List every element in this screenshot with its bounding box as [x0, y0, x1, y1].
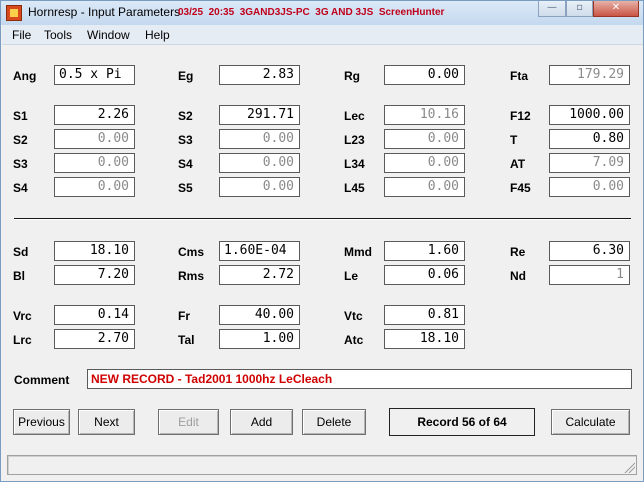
- label-atc: Atc: [344, 333, 364, 347]
- label-s2: S2: [178, 109, 193, 123]
- label-s4-lower: S4: [13, 181, 28, 195]
- ang-field[interactable]: 0.5 x Pi: [54, 65, 135, 85]
- close-button[interactable]: ✕: [593, 1, 639, 17]
- tal-field[interactable]: 1.00: [219, 329, 300, 349]
- s2-field[interactable]: 291.71: [219, 105, 300, 125]
- hornresp-app-icon[interactable]: [6, 5, 22, 21]
- s5-field[interactable]: 0.00: [219, 177, 300, 197]
- comment-field[interactable]: NEW RECORD - Tad2001 1000hz LeCleach: [87, 369, 632, 389]
- screenhunter-overlay-text: 03/25 20:35 3GAND3JS-PC 3G AND 3JS Scree…: [178, 7, 445, 18]
- label-nd: Nd: [510, 269, 526, 283]
- record-counter: Record 56 of 64: [389, 408, 535, 436]
- label-s5: S5: [178, 181, 193, 195]
- label-vtc: Vtc: [344, 309, 363, 323]
- label-tal: Tal: [178, 333, 195, 347]
- label-vrc: Vrc: [13, 309, 32, 323]
- label-lec: Lec: [344, 109, 365, 123]
- add-button[interactable]: Add: [230, 409, 293, 435]
- label-t: T: [510, 133, 518, 147]
- s3-lower-field[interactable]: 0.00: [54, 153, 135, 173]
- hornresp-window: Hornresp - Input Parameters 03/25 20:35 …: [0, 0, 644, 482]
- lec-field[interactable]: 10.16: [384, 105, 465, 125]
- edit-button[interactable]: Edit: [158, 409, 219, 435]
- menu-help[interactable]: Help: [145, 28, 170, 42]
- label-re: Re: [510, 245, 526, 259]
- label-mmd: Mmd: [344, 245, 372, 259]
- vtc-field[interactable]: 0.81: [384, 305, 465, 325]
- window-title: Hornresp - Input Parameters: [28, 5, 181, 19]
- section-divider: [14, 218, 631, 220]
- f12-field[interactable]: 1000.00: [549, 105, 630, 125]
- bl-field[interactable]: 7.20: [54, 265, 135, 285]
- label-at: AT: [510, 157, 526, 171]
- fr-field[interactable]: 40.00: [219, 305, 300, 325]
- s4-field[interactable]: 0.00: [219, 153, 300, 173]
- l23-field[interactable]: 0.00: [384, 129, 465, 149]
- cms-field[interactable]: 1.60E-04: [219, 241, 300, 261]
- mmd-field[interactable]: 1.60: [384, 241, 465, 261]
- label-cms: Cms: [178, 245, 205, 259]
- status-bar: [7, 455, 637, 475]
- menu-window[interactable]: Window: [87, 28, 130, 42]
- fta-field[interactable]: 179.29: [549, 65, 630, 85]
- l45-field[interactable]: 0.00: [384, 177, 465, 197]
- menu-tools[interactable]: Tools: [44, 28, 72, 42]
- re-field[interactable]: 6.30: [549, 241, 630, 261]
- delete-button[interactable]: Delete: [302, 409, 366, 435]
- vrc-field[interactable]: 0.14: [54, 305, 135, 325]
- label-ang: Ang: [13, 69, 37, 83]
- le-field[interactable]: 0.06: [384, 265, 465, 285]
- label-s4: S4: [178, 157, 193, 171]
- eg-field[interactable]: 2.83: [219, 65, 300, 85]
- label-l23: L23: [344, 133, 365, 147]
- label-eg: Eg: [178, 69, 194, 83]
- lrc-field[interactable]: 2.70: [54, 329, 135, 349]
- label-le: Le: [344, 269, 359, 283]
- label-s3-lower: S3: [13, 157, 28, 171]
- label-bl: Bl: [13, 269, 25, 283]
- s2-lower-field[interactable]: 0.00: [54, 129, 135, 149]
- l34-field[interactable]: 0.00: [384, 153, 465, 173]
- label-f12: F12: [510, 109, 531, 123]
- label-s1: S1: [13, 109, 28, 123]
- label-rms: Rms: [178, 269, 205, 283]
- input-parameters-panel: Ang 0.5 x Pi Eg 2.83 Rg 0.00 Fta 179.29 …: [5, 46, 641, 479]
- maximize-button[interactable]: ▫: [566, 1, 593, 17]
- menu-bar: File Tools Window Help: [2, 25, 643, 45]
- s4-lower-field[interactable]: 0.00: [54, 177, 135, 197]
- label-s2-lower: S2: [13, 133, 28, 147]
- label-lrc: Lrc: [13, 333, 32, 347]
- t-field[interactable]: 0.80: [549, 129, 630, 149]
- f45-field[interactable]: 0.00: [549, 177, 630, 197]
- calculate-button[interactable]: Calculate: [551, 409, 630, 435]
- sd-field[interactable]: 18.10: [54, 241, 135, 261]
- s3-field[interactable]: 0.00: [219, 129, 300, 149]
- label-fta: Fta: [510, 69, 528, 83]
- title-bar[interactable]: Hornresp - Input Parameters 03/25 20:35 …: [1, 1, 643, 25]
- resize-grip-icon[interactable]: [623, 461, 635, 473]
- label-rg: Rg: [344, 69, 360, 83]
- nd-field[interactable]: 1: [549, 265, 630, 285]
- s1-field[interactable]: 2.26: [54, 105, 135, 125]
- menu-file[interactable]: File: [12, 28, 31, 42]
- label-fr: Fr: [178, 309, 190, 323]
- label-l34: L34: [344, 157, 365, 171]
- next-button[interactable]: Next: [78, 409, 135, 435]
- atc-field[interactable]: 18.10: [384, 329, 465, 349]
- label-s3: S3: [178, 133, 193, 147]
- minimize-button[interactable]: —: [538, 1, 566, 17]
- previous-button[interactable]: Previous: [13, 409, 70, 435]
- rms-field[interactable]: 2.72: [219, 265, 300, 285]
- label-f45: F45: [510, 181, 531, 195]
- label-l45: L45: [344, 181, 365, 195]
- at-field[interactable]: 7.09: [549, 153, 630, 173]
- label-sd: Sd: [13, 245, 29, 259]
- rg-field[interactable]: 0.00: [384, 65, 465, 85]
- label-comment: Comment: [14, 373, 70, 387]
